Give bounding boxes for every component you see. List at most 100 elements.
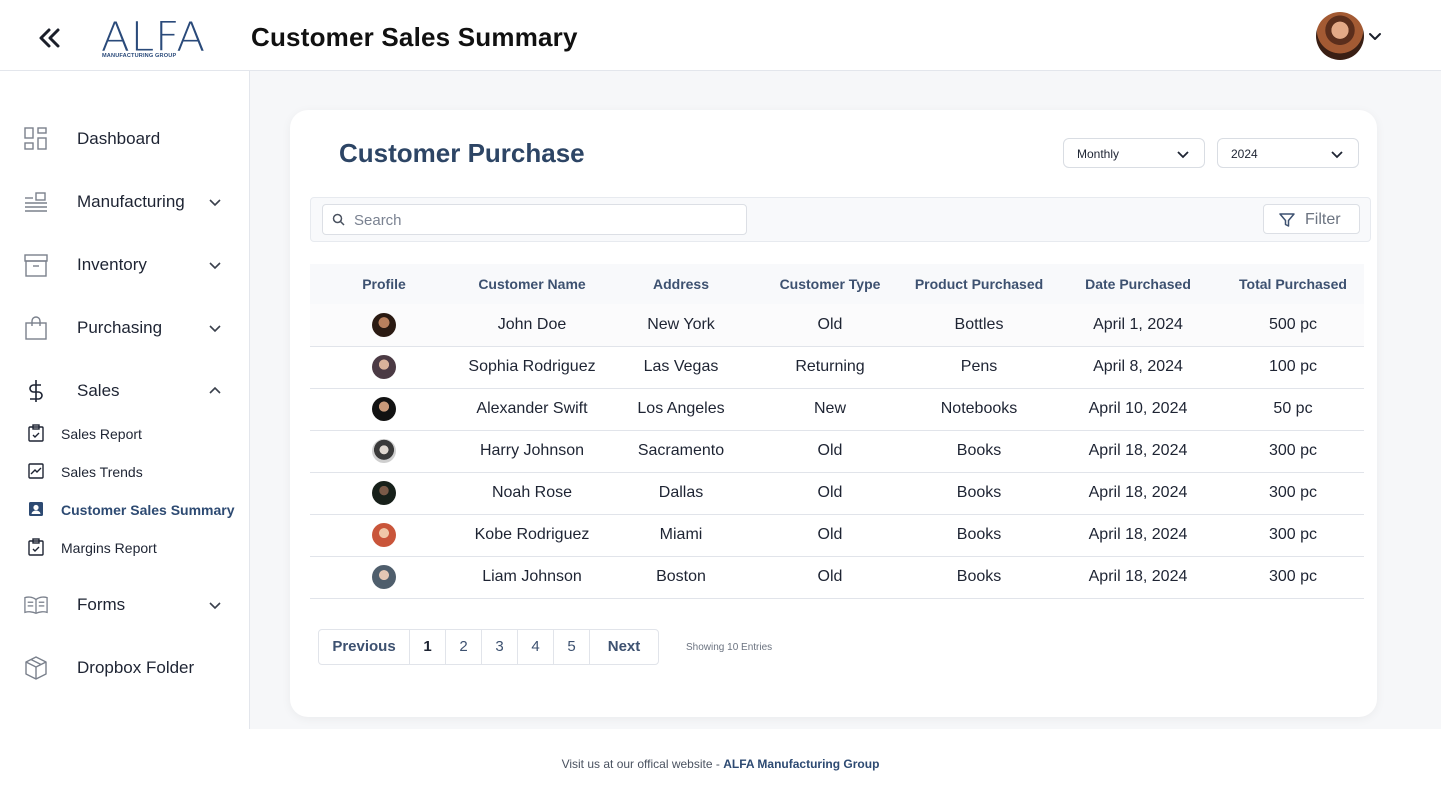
- table-row[interactable]: Liam Johnson Boston Old Books April 18, …: [310, 556, 1364, 599]
- total-cell: 500 pc: [1222, 304, 1364, 347]
- date-cell: April 18, 2024: [1054, 556, 1222, 599]
- column-header-customer-name[interactable]: Customer Name: [458, 264, 606, 304]
- column-header-profile[interactable]: Profile: [310, 264, 458, 304]
- sidebar-subitem-label: Customer Sales Summary: [61, 502, 235, 518]
- profile-avatar[interactable]: [372, 565, 396, 589]
- next-page-button[interactable]: Next: [590, 630, 658, 664]
- filter-label: Filter: [1305, 211, 1341, 228]
- collapse-sidebar-button[interactable]: [36, 22, 62, 52]
- footer-website-link[interactable]: ALFA Manufacturing Group: [723, 757, 879, 771]
- column-header-date-purchased[interactable]: Date Purchased: [1054, 264, 1222, 304]
- profile-avatar[interactable]: [372, 523, 396, 547]
- customer-type-cell: Old: [756, 556, 904, 599]
- search-box[interactable]: [322, 204, 747, 235]
- book-icon: [24, 596, 48, 615]
- profile-cell: [310, 472, 458, 515]
- total-cell: 300 pc: [1222, 430, 1364, 473]
- date-cell: April 1, 2024: [1054, 304, 1222, 347]
- sidebar-item-label: Purchasing: [77, 318, 163, 337]
- product-cell: Books: [904, 472, 1054, 515]
- product-cell: Books: [904, 514, 1054, 557]
- search-input[interactable]: [354, 209, 734, 231]
- column-header-product-purchased[interactable]: Product Purchased: [904, 264, 1054, 304]
- sidebar-subitem-label: Margins Report: [61, 540, 157, 556]
- customer-type-cell: Old: [756, 514, 904, 557]
- address-cell: Boston: [606, 556, 756, 599]
- page-button-5[interactable]: 5: [554, 630, 590, 664]
- profile-cell: [310, 388, 458, 431]
- date-cell: April 8, 2024: [1054, 346, 1222, 389]
- table-row[interactable]: Noah Rose Dallas Old Books April 18, 202…: [310, 472, 1364, 515]
- product-cell: Pens: [904, 346, 1054, 389]
- address-cell: New York: [606, 304, 756, 347]
- sidebar-item-dropbox-folder[interactable]: Dropbox Folder: [0, 645, 249, 691]
- profile-avatar[interactable]: [372, 355, 396, 379]
- date-cell: April 10, 2024: [1054, 388, 1222, 431]
- shopping-bag-icon: [25, 316, 47, 340]
- user-menu[interactable]: [1316, 12, 1386, 60]
- profile-avatar[interactable]: [372, 312, 396, 337]
- sidebar-subitem-sales-trends[interactable]: Sales Trends: [0, 456, 249, 486]
- chevron-down-icon: [209, 602, 221, 610]
- page-button-4[interactable]: 4: [518, 630, 554, 664]
- sidebar-item-label: Sales: [77, 381, 120, 400]
- customer-type-cell: Old: [756, 430, 904, 473]
- customer-name-cell: Harry Johnson: [458, 430, 606, 473]
- year-select[interactable]: 2024: [1217, 138, 1359, 168]
- product-cell: Books: [904, 430, 1054, 473]
- total-cell: 300 pc: [1222, 472, 1364, 515]
- profile-avatar[interactable]: [372, 439, 396, 463]
- sidebar-item-label: Inventory: [77, 255, 147, 274]
- chevron-down-icon: [1369, 33, 1381, 40]
- filter-button[interactable]: Filter: [1263, 204, 1360, 234]
- table-row[interactable]: Alexander Swift Los Angeles New Notebook…: [310, 388, 1364, 431]
- table-row[interactable]: Kobe Rodriguez Miami Old Books April 18,…: [310, 514, 1364, 557]
- page-button-3[interactable]: 3: [482, 630, 518, 664]
- dollar-icon: [29, 380, 43, 402]
- year-select-value: 2024: [1231, 147, 1258, 161]
- search-icon: [332, 213, 345, 226]
- sidebar-item-forms[interactable]: Forms: [0, 582, 249, 628]
- column-header-address[interactable]: Address: [606, 264, 756, 304]
- sidebar-item-inventory[interactable]: Inventory: [0, 242, 249, 288]
- sidebar-subitem-customer-sales-summary[interactable]: Customer Sales Summary: [0, 494, 249, 524]
- sidebar-item-dashboard[interactable]: Dashboard: [0, 116, 249, 162]
- sidebar-subitem-label: Sales Trends: [61, 464, 143, 480]
- profile-avatar[interactable]: [372, 481, 396, 505]
- table-row[interactable]: Sophia Rodriguez Las Vegas Returning Pen…: [310, 346, 1364, 389]
- sidebar-item-label: Dashboard: [77, 129, 161, 148]
- entries-count: Showing 10 Entries: [686, 642, 773, 653]
- customer-type-cell: New: [756, 388, 904, 431]
- sidebar-item-purchasing[interactable]: Purchasing: [0, 305, 249, 351]
- profile-cell: [310, 514, 458, 557]
- column-header-customer-type[interactable]: Customer Type: [756, 264, 904, 304]
- column-header-total-purchased[interactable]: Total Purchased: [1222, 264, 1364, 304]
- sidebar-item-label: Forms: [77, 595, 126, 614]
- user-avatar: [1316, 12, 1364, 60]
- period-select-value: Monthly: [1077, 147, 1120, 161]
- filter-icon: [1279, 213, 1295, 227]
- period-select[interactable]: Monthly: [1063, 138, 1205, 168]
- alfa-logo[interactable]: ALFA MANUFACTURING GROUP: [101, 16, 205, 62]
- sidebar-item-sales[interactable]: Sales: [0, 368, 249, 414]
- table-row[interactable]: John Doe New York Old Bottles April 1, 2…: [310, 304, 1364, 347]
- sidebar-item-label: Manufacturing: [77, 192, 185, 211]
- sidebar-subitem-sales-report[interactable]: Sales Report: [0, 418, 249, 448]
- sidebar-item-manufacturing[interactable]: Manufacturing: [0, 179, 249, 225]
- total-cell: 300 pc: [1222, 514, 1364, 557]
- profile-avatar[interactable]: [372, 397, 396, 421]
- top-header: ALFA MANUFACTURING GROUP Customer Sales …: [0, 0, 1441, 71]
- box-icon: [25, 656, 47, 680]
- dashboard-icon: [24, 127, 47, 150]
- sidebar-subitem-margins-report[interactable]: Margins Report: [0, 532, 249, 562]
- previous-page-button[interactable]: Previous: [319, 630, 410, 664]
- table-row[interactable]: Harry Johnson Sacramento Old Books April…: [310, 430, 1364, 473]
- contact-card-icon: [29, 502, 43, 516]
- customer-name-cell: John Doe: [458, 304, 606, 347]
- page-button-1[interactable]: 1: [410, 630, 446, 664]
- sidebar-subitem-label: Sales Report: [61, 426, 142, 442]
- card-title: Customer Purchase: [339, 138, 585, 168]
- customer-name-cell: Alexander Swift: [458, 388, 606, 431]
- logo-subtext: MANUFACTURING GROUP: [102, 53, 177, 59]
- page-button-2[interactable]: 2: [446, 630, 482, 664]
